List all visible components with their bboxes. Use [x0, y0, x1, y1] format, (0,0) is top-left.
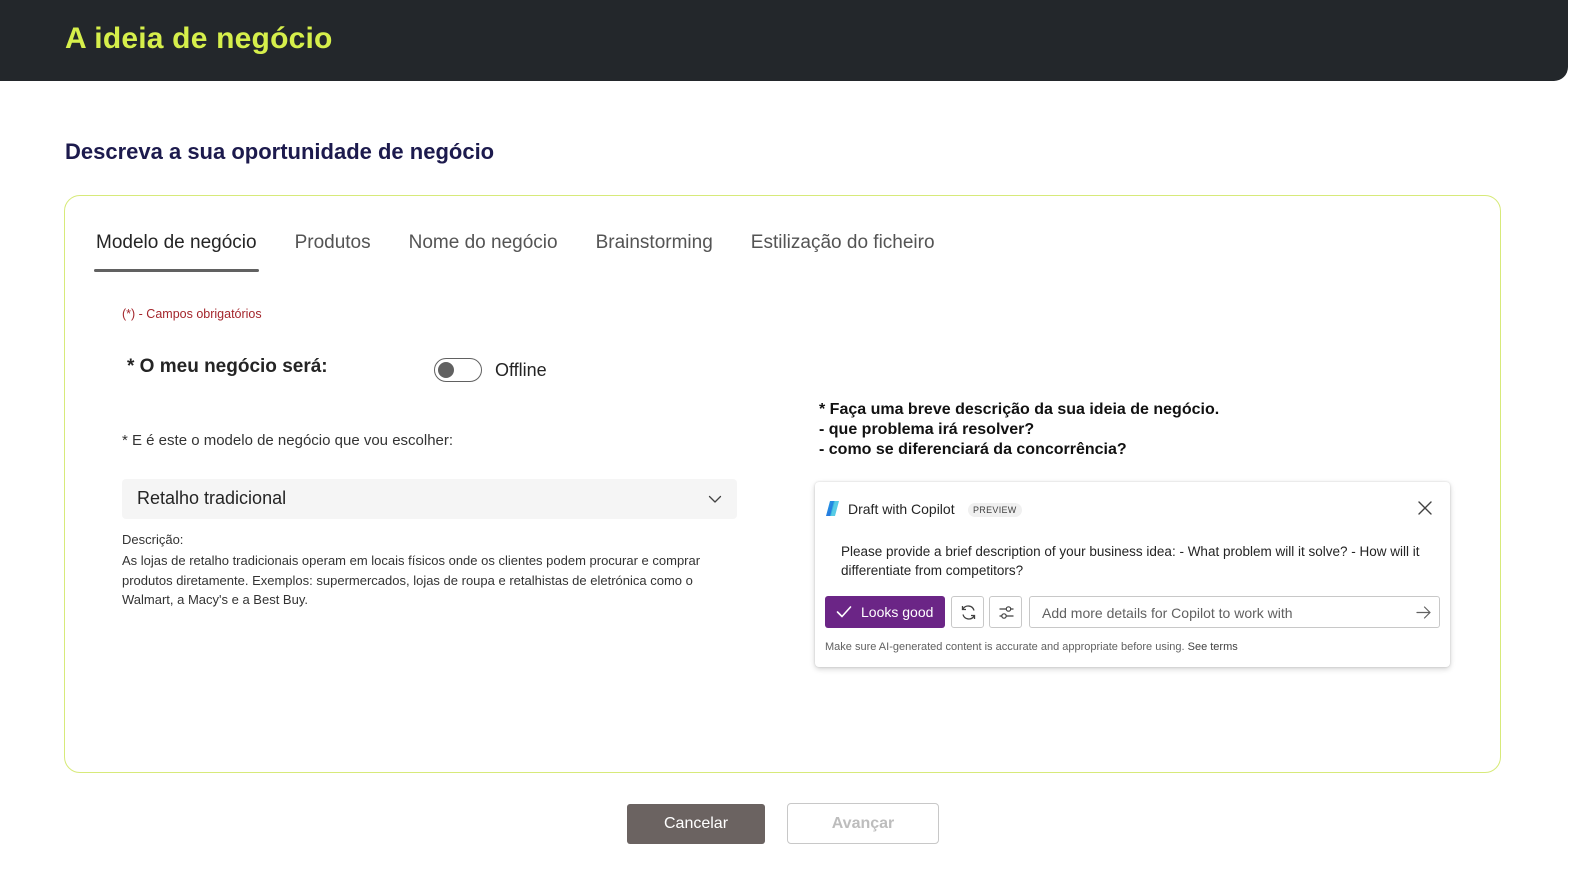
regenerate-button[interactable] [951, 596, 984, 628]
looks-good-button[interactable]: Looks good [825, 596, 945, 628]
business-model-dropdown[interactable]: Retalho tradicional [122, 479, 737, 519]
business-model-label: * E é este o modelo de negócio que vou e… [122, 432, 454, 449]
tab-produtos[interactable]: Produtos [293, 230, 373, 272]
business-type-toggle-state: Offline [495, 360, 547, 380]
looks-good-label: Looks good [861, 604, 934, 620]
refresh-icon [961, 605, 976, 620]
page-title: Descreva a sua oportunidade de negócio [65, 139, 495, 164]
toggle-knob [438, 362, 454, 378]
tab-modelo-de-negocio[interactable]: Modelo de negócio [94, 230, 259, 272]
tab-estilizacao-do-ficheiro[interactable]: Estilização do ficheiro [749, 230, 937, 272]
idea-prompt-line-3: - como se diferenciará da concorrência? [819, 441, 1127, 458]
copilot-disclaimer: Make sure AI-generated content is accura… [825, 641, 1238, 653]
idea-prompt: * Faça uma breve descrição da sua ideia … [819, 400, 1219, 460]
business-type-label: * O meu negócio será: [127, 356, 328, 377]
sliders-icon [999, 606, 1014, 619]
preview-badge: PREVIEW [968, 503, 1022, 517]
description-text: As lojas de retalho tradicionais operam … [122, 553, 701, 607]
tab-brainstorming[interactable]: Brainstorming [594, 230, 715, 272]
business-type-toggle[interactable] [434, 358, 482, 382]
disclaimer-text: Make sure AI-generated content is accura… [825, 641, 1185, 653]
app-header: A ideia de negócio [0, 0, 1568, 81]
copilot-input-placeholder: Add more details for Copilot to work wit… [1042, 605, 1293, 621]
adjust-button[interactable] [989, 596, 1022, 628]
cancel-button[interactable]: Cancelar [627, 804, 765, 844]
copilot-details-input[interactable]: Add more details for Copilot to work wit… [1029, 596, 1440, 628]
copilot-message: Please provide a brief description of yo… [841, 544, 1420, 578]
see-terms-link[interactable]: See terms [1188, 641, 1238, 653]
next-button[interactable]: Avançar [787, 803, 939, 844]
tab-nome-do-negocio[interactable]: Nome do negócio [407, 230, 560, 272]
description-label: Descrição: [122, 532, 184, 547]
idea-prompt-line-2: - que problema irá resolver? [819, 421, 1035, 438]
required-fields-note: (*) - Campos obrigatórios [122, 307, 262, 321]
close-icon[interactable] [1418, 501, 1432, 515]
checkmark-icon [836, 606, 852, 618]
copilot-logo-icon [826, 501, 839, 516]
idea-prompt-line-1: * Faça uma breve descrição da sua ideia … [819, 401, 1220, 418]
tab-bar: Modelo de negócio Produtos Nome do negóc… [94, 230, 971, 274]
app-title: A ideia de negócio [65, 22, 333, 55]
form-card: Modelo de negócio Produtos Nome do negóc… [64, 195, 1501, 773]
arrow-right-icon[interactable] [1416, 605, 1431, 620]
chevron-down-icon [708, 495, 722, 503]
copilot-panel: Draft with Copilot PREVIEW Please provid… [815, 482, 1450, 667]
business-model-selected: Retalho tradicional [137, 488, 287, 508]
copilot-title: Draft with Copilot [848, 501, 955, 517]
